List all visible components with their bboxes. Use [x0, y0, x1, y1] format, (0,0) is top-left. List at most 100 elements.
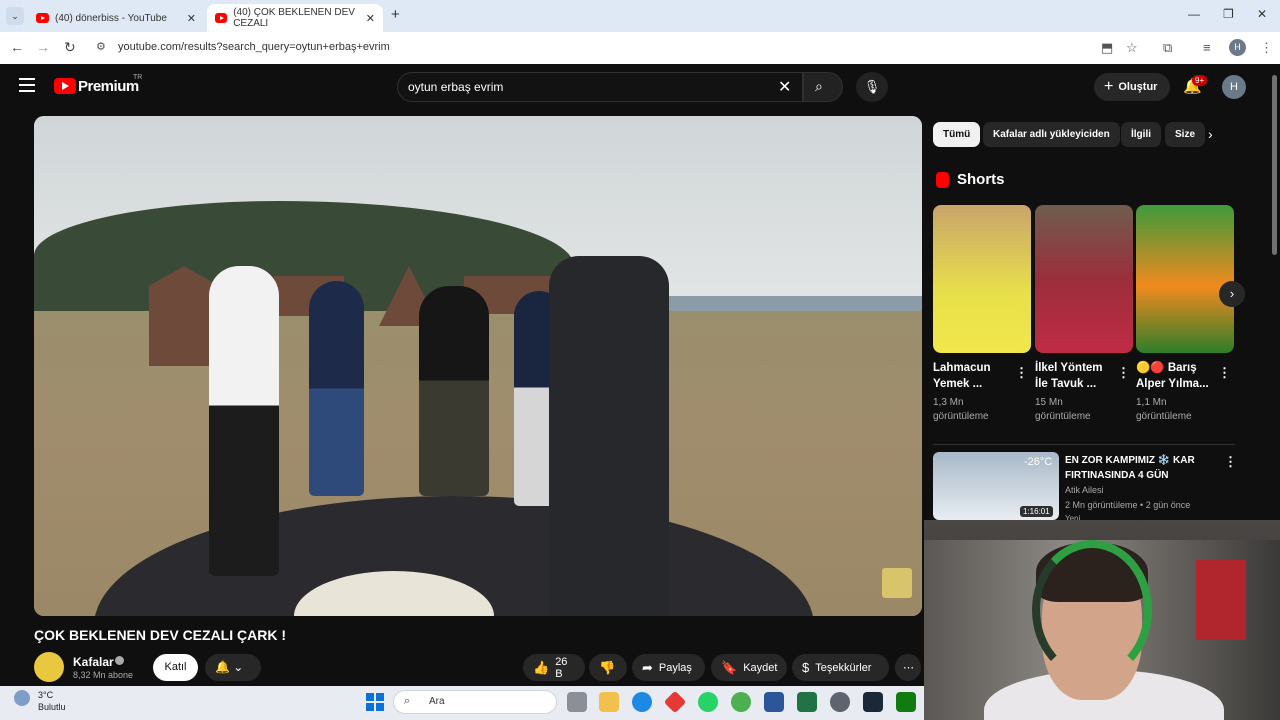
file-explorer-icon[interactable] — [599, 692, 619, 712]
short-views: 1,3 Mn görüntüleme — [933, 397, 989, 422]
whatsapp-icon[interactable] — [698, 692, 718, 712]
chevron-down-icon: ⌄ — [233, 660, 244, 674]
dislike-button[interactable]: 👎 — [589, 654, 627, 681]
thumbnail-overlay-text: -26°C — [1024, 456, 1053, 468]
excel-icon[interactable] — [797, 692, 817, 712]
video-more-icon[interactable]: ⋮ — [1224, 454, 1237, 470]
video-frame-person — [549, 256, 669, 616]
share-button[interactable]: ➦ Paylaş — [632, 654, 705, 681]
browser-tab-active[interactable]: (40) ÇOK BEKLENEN DEV CEZALI ✕ — [207, 4, 383, 32]
browser-toolbar: ← → ↻ ⚙ youtube.com/results?search_query… — [0, 32, 1280, 64]
scrollbar[interactable] — [1272, 75, 1277, 255]
short-thumbnail[interactable] — [933, 205, 1031, 353]
task-view-icon[interactable] — [567, 692, 587, 712]
tab-search-button[interactable]: ⌄ — [6, 7, 24, 25]
chip-for-you[interactable]: Size — [1165, 122, 1205, 147]
short-more-icon[interactable]: ⋮ — [1218, 365, 1231, 381]
weather-temperature[interactable]: 3°C — [38, 690, 53, 700]
site-info-icon[interactable]: ⚙ — [96, 40, 106, 53]
chrome-icon[interactable] — [731, 692, 751, 712]
steam-icon[interactable] — [863, 692, 883, 712]
search-button[interactable]: ⌕ — [803, 72, 843, 102]
save-label: Kaydet — [743, 661, 778, 674]
channel-name[interactable]: Kafalar — [73, 655, 114, 669]
word-icon[interactable] — [764, 692, 784, 712]
chip-all[interactable]: Tümü — [933, 122, 981, 147]
chip-from-uploader[interactable]: Kafalar adlı yükleyiciden — [983, 122, 1120, 147]
thumbs-down-icon: 👎 — [599, 659, 616, 675]
short-views: 15 Mn görüntüleme — [1035, 397, 1091, 422]
tab-title: (40) ÇOK BEKLENEN DEV CEZALI — [233, 7, 355, 29]
close-tab-icon[interactable]: ✕ — [187, 12, 196, 25]
headset-icon — [1032, 540, 1152, 680]
clear-search-icon[interactable]: ✕ — [778, 77, 791, 97]
xbox-icon[interactable] — [896, 692, 916, 712]
shorts-icon — [936, 172, 949, 188]
short-more-icon[interactable]: ⋮ — [1117, 365, 1130, 381]
short-title[interactable]: İlkel Yöntem İle Tavuk ... — [1035, 360, 1115, 392]
video-player[interactable] — [34, 116, 922, 616]
menu-hamburger-icon[interactable] — [19, 78, 35, 92]
youtube-favicon-icon — [36, 13, 49, 23]
verified-icon — [115, 656, 124, 665]
shorts-next-chevron-icon[interactable]: › — [1219, 281, 1245, 307]
browser-tab[interactable]: (40) dönerbiss - YouTube ✕ — [28, 4, 204, 32]
short-thumbnail[interactable] — [1035, 205, 1133, 353]
channel-avatar[interactable] — [34, 652, 64, 682]
voice-search-mic-icon[interactable]: 🎙 — [856, 72, 888, 102]
like-count: 26 B — [555, 655, 568, 680]
short-thumbnail[interactable] — [1136, 205, 1234, 353]
start-windows-icon[interactable] — [366, 693, 384, 711]
minimize-icon[interactable]: — — [1188, 7, 1200, 21]
webcam-flag — [1196, 560, 1246, 640]
youtube-favicon-icon — [215, 13, 228, 23]
youtube-premium-wordmark[interactable]: Premium — [78, 78, 139, 95]
maximize-icon[interactable]: ❐ — [1223, 7, 1234, 21]
subscription-bell-button[interactable]: 🔔 ⌄ — [205, 654, 261, 681]
more-dots-icon: ⋯ — [903, 662, 914, 674]
subscriber-count: 8,32 Mn abone — [73, 670, 134, 680]
close-tab-icon[interactable]: ✕ — [366, 12, 375, 25]
share-arrow-icon: ➦ — [642, 659, 653, 675]
short-more-icon[interactable]: ⋮ — [1015, 365, 1028, 381]
video-title[interactable]: EN ZOR KAMPIMIZ ❄️ KAR FIRTINASINDA 4 GÜ… — [1065, 453, 1215, 483]
short-views: 1,1 Mn görüntüleme — [1136, 397, 1192, 422]
bell-icon: 🔔 — [215, 660, 230, 674]
join-button[interactable]: Katıl — [153, 654, 198, 681]
create-button[interactable]: + Oluştur — [1094, 73, 1170, 101]
channel-name[interactable]: Atik Ailesi — [1065, 485, 1104, 495]
media-controls-icon[interactable]: ≡ — [1203, 40, 1211, 55]
weather-condition[interactable]: Bulutlu — [38, 702, 66, 712]
url-text[interactable]: youtube.com/results?search_query=oytun+e… — [118, 41, 390, 53]
more-actions-button[interactable]: ⋯ — [895, 654, 921, 681]
edge-browser-icon[interactable] — [632, 692, 652, 712]
youtube-logo-icon[interactable] — [54, 78, 76, 94]
short-title[interactable]: Lahmacun Yemek ... — [933, 360, 1013, 392]
chevron-right-icon[interactable]: › — [1208, 126, 1213, 142]
new-tab-button[interactable]: + — [391, 6, 400, 23]
forward-icon[interactable]: → — [36, 39, 50, 55]
browser-menu-icon[interactable]: ⋮ — [1260, 40, 1273, 56]
account-avatar[interactable]: H — [1222, 75, 1246, 99]
extensions-icon[interactable]: ⧉ — [1163, 40, 1172, 56]
search-query[interactable]: oytun erbaş evrim — [408, 80, 503, 94]
install-app-icon[interactable]: ⬒ — [1101, 40, 1113, 56]
save-button[interactable]: 🔖 Kaydet — [711, 654, 787, 681]
thanks-button[interactable]: $ Teşekkürler — [792, 654, 889, 681]
short-title[interactable]: 🟡🔴 Barış Alper Yılma... — [1136, 360, 1216, 392]
like-button[interactable]: 👍 26 B — [523, 654, 585, 681]
browser-profile-avatar[interactable]: H — [1229, 39, 1246, 56]
browser-tab-bar: ⌄ (40) dönerbiss - YouTube ✕ (40) ÇOK BE… — [0, 0, 1280, 32]
bookmark-star-icon[interactable]: ☆ — [1126, 40, 1138, 56]
reload-icon[interactable]: ↻ — [64, 39, 76, 56]
chip-related[interactable]: İlgili — [1121, 122, 1161, 147]
search-icon: ⌕ — [815, 78, 823, 94]
weather-icon[interactable] — [14, 690, 30, 706]
channel-watermark-icon[interactable] — [882, 568, 912, 598]
close-window-icon[interactable]: ✕ — [1257, 7, 1267, 21]
share-label: Paylaş — [658, 661, 692, 674]
bookmark-icon: 🔖 — [721, 659, 738, 675]
app-icon[interactable] — [830, 692, 850, 712]
taskbar-search[interactable]: ⌕ Ara — [393, 690, 557, 714]
back-icon[interactable]: ← — [10, 39, 24, 55]
